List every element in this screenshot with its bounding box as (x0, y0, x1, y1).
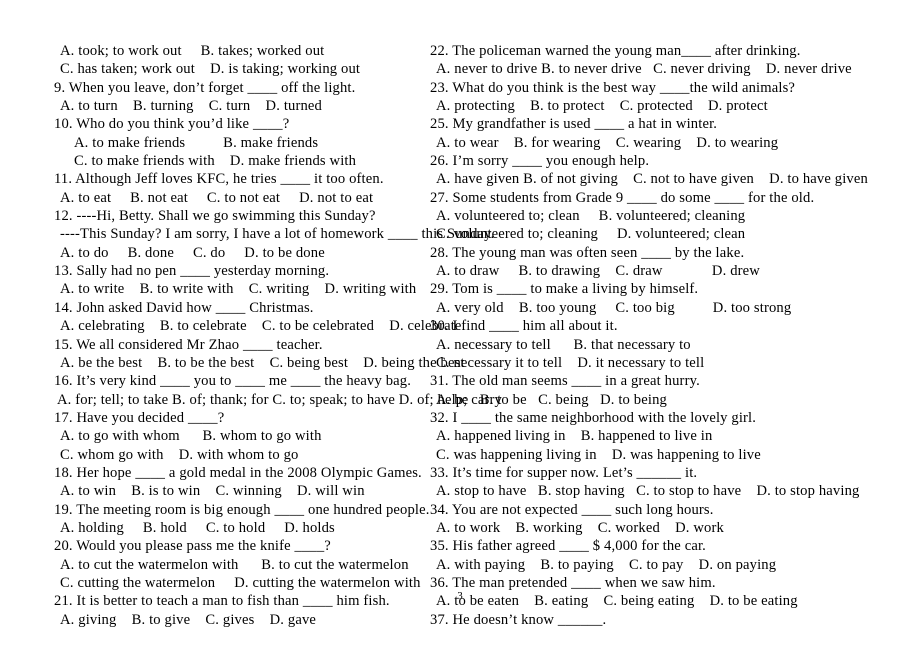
left-line: C. has taken; work out D. is taking; wor… (60, 61, 361, 78)
right-line: 33. It’s time for supper now. Let’s ____… (430, 464, 698, 481)
right-line: 30. I find ____ him all about it. (430, 318, 618, 335)
right-line: A. protecting B. to protect C. protected… (436, 98, 768, 115)
left-line: A. holding B. hold C. to hold D. holds (60, 519, 335, 536)
right-line: 32. I ____ the same neighborhood with th… (430, 409, 757, 426)
right-line: C. necessary it to tell D. it necessary … (436, 354, 705, 371)
left-line: 17. Have you decided ____? (54, 409, 225, 426)
right-line: A. be B. to be C. being D. to being (436, 391, 667, 408)
left-line: A. to go with whom B. whom to go with (60, 428, 322, 445)
right-line: 34. You are not expected ____ such long … (430, 501, 714, 518)
right-line: A. very old B. too young C. too big D. t… (436, 299, 792, 316)
right-line: A. to wear B. for wearing C. wearing D. … (436, 134, 779, 151)
right-line: 35. His father agreed ____ $ 4,000 for t… (430, 538, 706, 555)
left-line: 13. Sally had no pen ____ yesterday morn… (54, 263, 330, 280)
left-line: 16. It’s very kind ____ you to ____ me _… (54, 373, 412, 390)
right-line: 26. I’m sorry ____ you enough help. (430, 153, 650, 170)
left-line: 10. Who do you think you’d like ____? (54, 116, 290, 133)
left-line: A. giving B. to give C. gives D. gave (60, 611, 317, 628)
right-line: A. have given B. of not giving C. not to… (436, 171, 868, 188)
left-line: A. be the best B. to be the best C. bein… (60, 354, 465, 371)
left-line: A. to win B. is to win C. winning D. wil… (60, 483, 365, 500)
left-line: ----This Sunday? I am sorry, I have a lo… (60, 226, 495, 243)
left-line: 15. We all considered Mr Zhao ____ teach… (54, 336, 323, 353)
left-line: A. to eat B. not eat C. to not eat D. no… (60, 189, 374, 206)
left-line: A. to make friends B. make friends (74, 134, 319, 151)
left-line: A. for; tell; to take B. of; thank; for … (54, 391, 502, 408)
right-line: C. volunteered to; cleaning D. volunteer… (436, 226, 746, 243)
right-line: 37. He doesn’t know ______. (430, 611, 607, 628)
left-line: 12. ----Hi, Betty. Shall we go swimming … (54, 208, 376, 225)
right-line: A. stop to have B. stop having C. to sto… (436, 483, 860, 500)
left-line: A. to cut the watermelon with B. to cut … (60, 556, 409, 573)
right-line: A. happened living in B. happened to liv… (436, 428, 713, 445)
left-line: 19. The meeting room is big enough ____ … (54, 501, 430, 518)
worksheet-page: A. took; to work out B. takes; worked ou… (0, 0, 920, 651)
right-line: A. to work B. working C. worked D. work (436, 519, 724, 536)
right-line: 29. Tom is ____ to make a living by hims… (430, 281, 699, 298)
right-line: A. never to drive B. to never drive C. n… (436, 61, 852, 78)
right-line: A. necessary to tell B. that necessary t… (436, 336, 691, 353)
right-line: A. volunteered to; clean B. volunteered;… (436, 208, 746, 225)
right-line: A. with paying B. to paying C. to pay D.… (436, 556, 777, 573)
right-line: 31. The old man seems ____ in a great hu… (430, 373, 700, 390)
left-column: A. took; to work out B. takes; worked ou… (0, 42, 502, 629)
right-line: A. to draw B. to drawing C. draw D. drew (436, 263, 760, 280)
left-line: A. to do B. done C. do D. to be done (60, 244, 325, 261)
right-line: 27. Some students from Grade 9 ____ do s… (430, 189, 815, 206)
right-line: 28. The young man was often seen ____ by… (430, 244, 745, 261)
left-line: C. whom go with D. with whom to go (60, 446, 299, 463)
left-line: 14. John asked David how ____ Christmas. (54, 299, 314, 316)
right-line: 25. My grandfather is used ____ a hat in… (430, 116, 718, 133)
right-line: 23. What do you think is the best way __… (430, 79, 796, 96)
right-line: 22. The policeman warned the young man__… (430, 43, 801, 59)
left-line: A. celebrating B. to celebrate C. to be … (60, 318, 462, 335)
left-line: A. to write B. to write with C. writing … (60, 281, 417, 298)
left-line: 11. Although Jeff loves KFC, he tries __… (54, 171, 384, 188)
left-line: 9. When you leave, don’t forget ____ off… (54, 79, 356, 96)
left-line: A. to turn B. turning C. turn D. turned (60, 98, 322, 115)
left-line: 20. Would you please pass me the knife _… (54, 538, 331, 555)
right-column: 22. The policeman warned the young man__… (420, 42, 920, 629)
left-line: A. took; to work out B. takes; worked ou… (60, 43, 325, 59)
two-column-layout: A. took; to work out B. takes; worked ou… (0, 42, 920, 629)
right-line: C. was happening living in D. was happen… (436, 446, 761, 463)
left-line: C. to make friends with D. make friends … (74, 153, 357, 170)
page-number: 3 (457, 590, 463, 602)
left-line: 18. Her hope ____ a gold medal in the 20… (54, 464, 422, 481)
